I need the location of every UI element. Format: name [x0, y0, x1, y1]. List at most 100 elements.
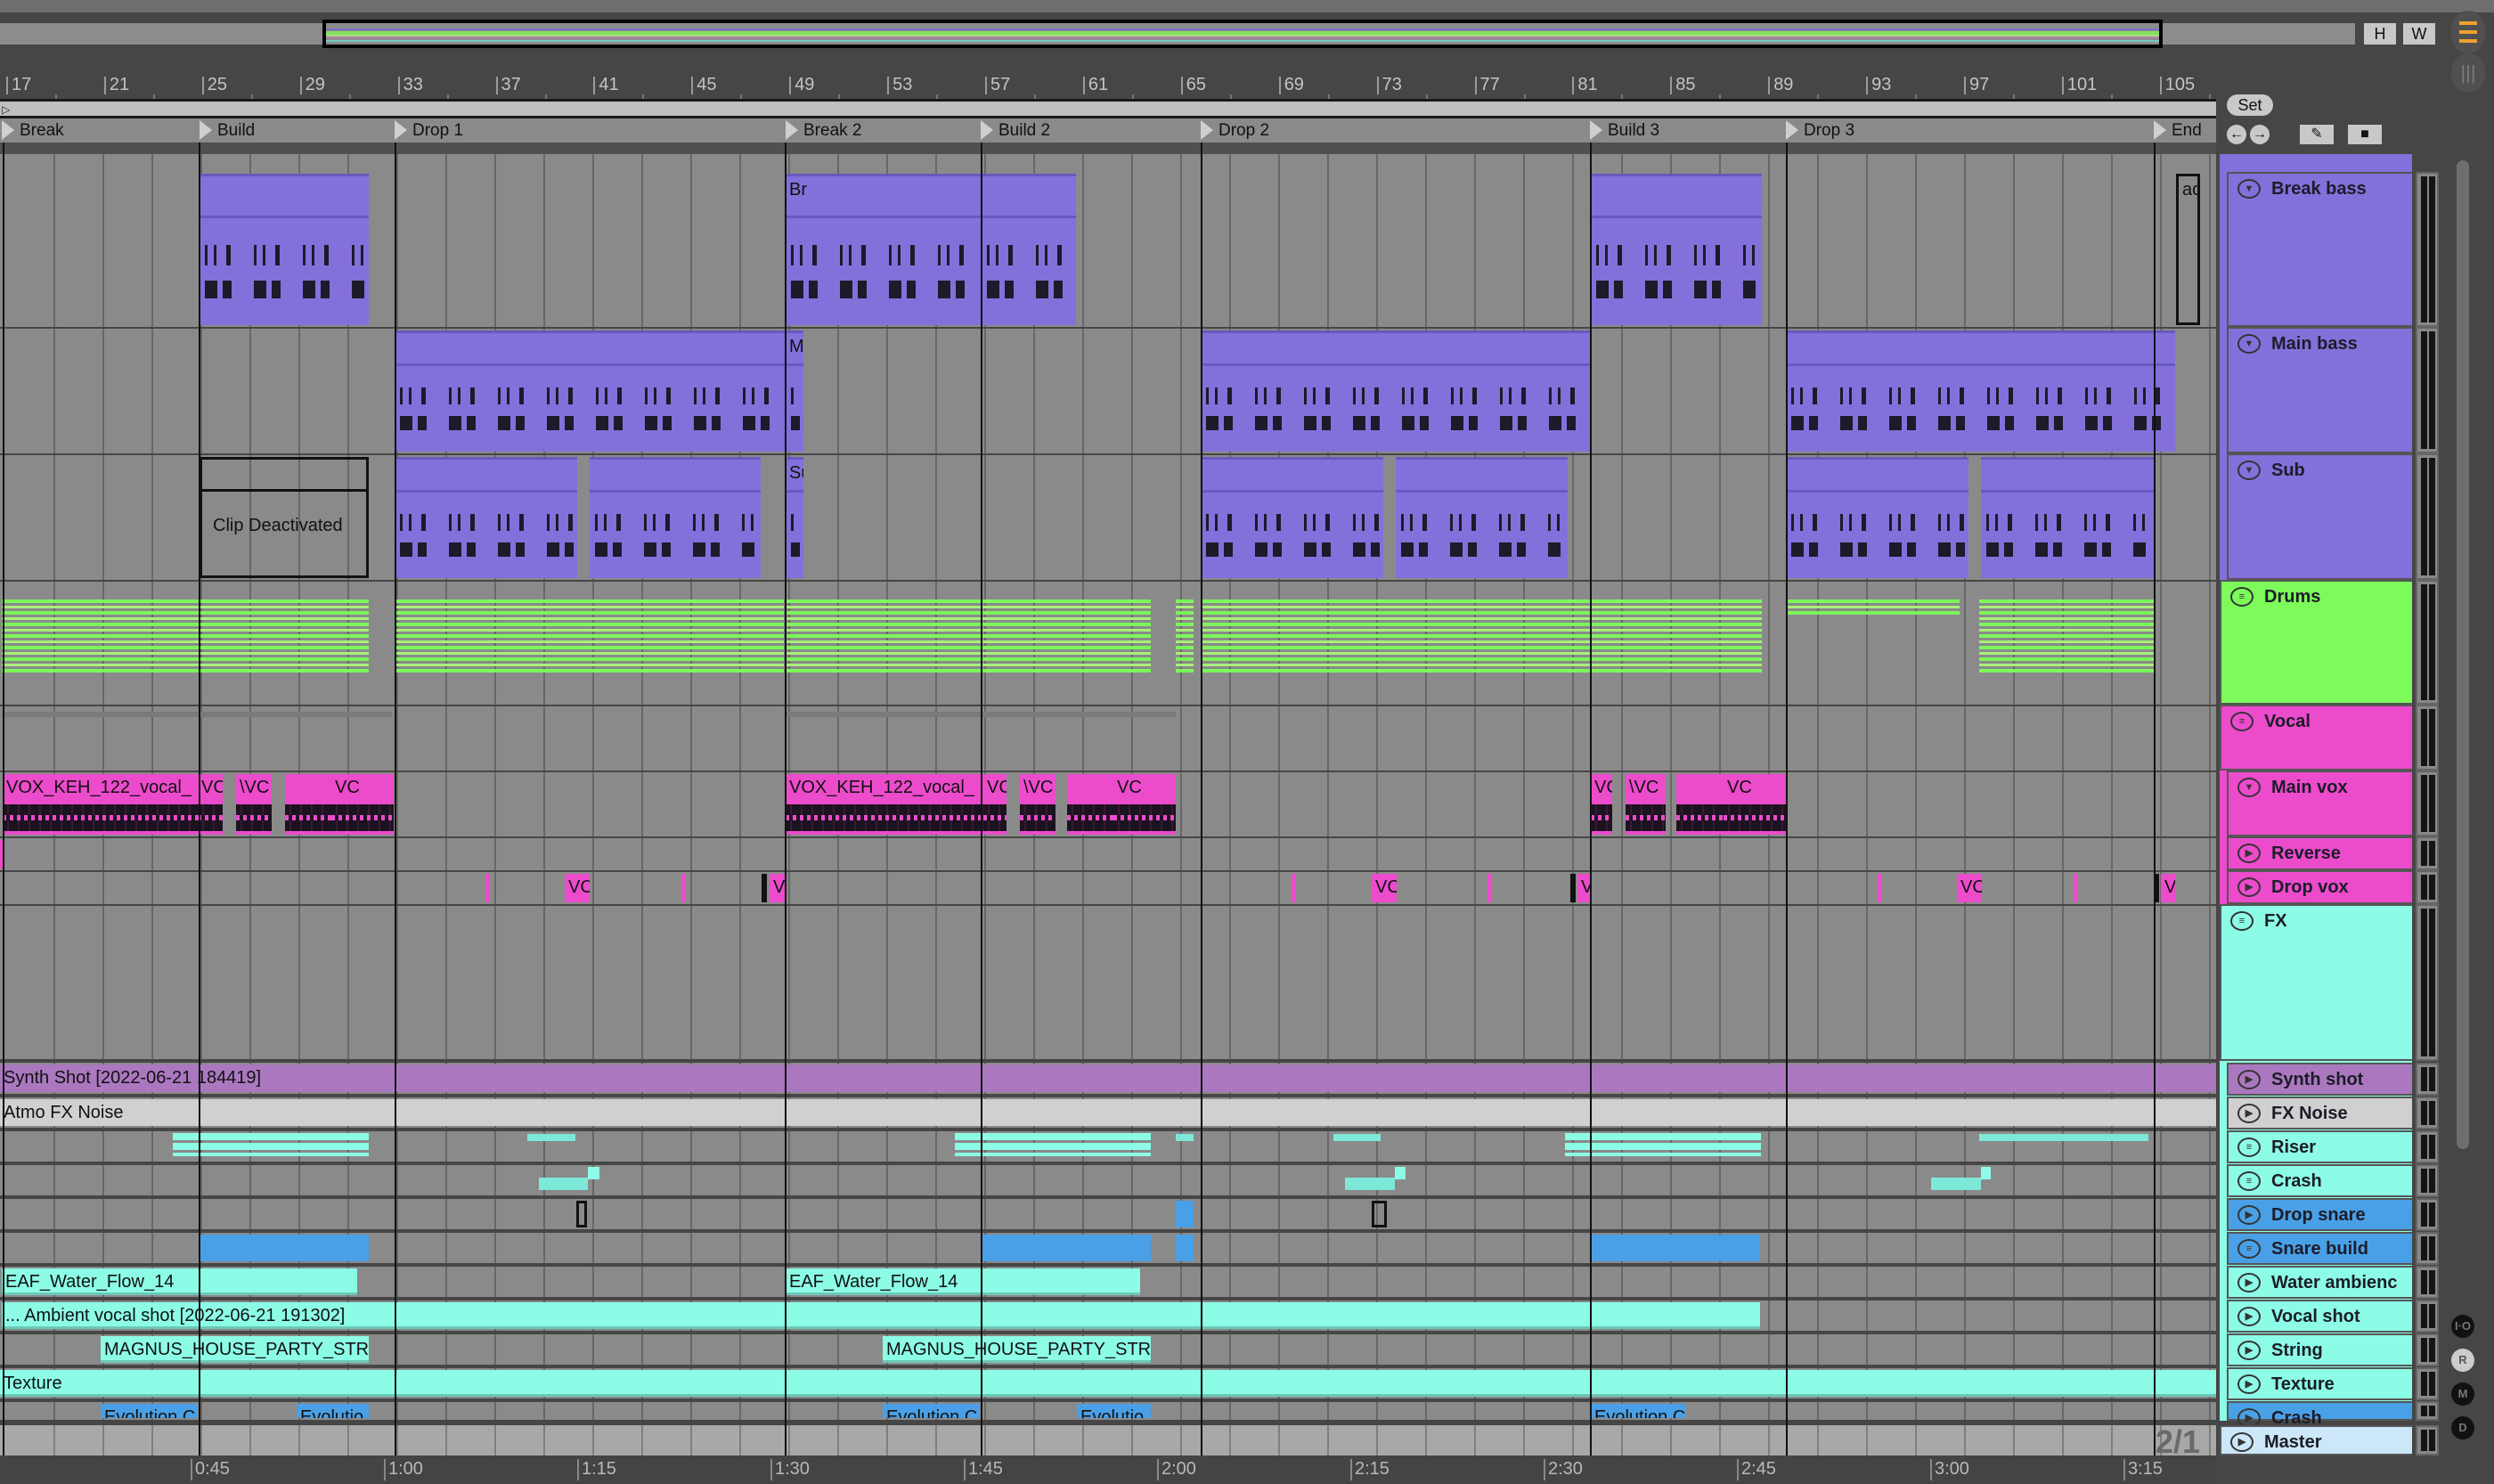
clip-cyan[interactable]: MAGNUS_HOUSE_PARTY_STRI — [101, 1336, 369, 1363]
track-header-main-bass[interactable]: ▼ Main bass — [2227, 327, 2412, 453]
clip-cyan[interactable]: EAF_Water_Flow_14 — [2, 1268, 357, 1295]
track-header-crash[interactable]: ▶ Crash — [2227, 1401, 2412, 1428]
play-icon[interactable]: ▶ — [2237, 1273, 2261, 1292]
clip-drum[interactable] — [2, 599, 369, 673]
locator-4[interactable]: Build 2 — [981, 118, 1055, 143]
play-icon[interactable]: ▶ — [2237, 1205, 2261, 1225]
clip-vox[interactable]: VC — [1724, 774, 1786, 835]
track-header-snare-build[interactable]: ≡ Snare build — [2227, 1232, 2412, 1265]
lane-ds[interactable] — [0, 1199, 2216, 1229]
lane-gb[interactable] — [0, 154, 2216, 172]
clip-pink[interactable] — [1487, 874, 1492, 902]
menu-icon[interactable] — [2451, 11, 2485, 53]
clip-faintbar[interactable] — [2, 712, 392, 717]
clip-drum[interactable] — [395, 599, 784, 673]
set-button[interactable]: Set — [2227, 94, 2273, 116]
clip-midi[interactable] — [395, 457, 577, 578]
track-header-texture[interactable]: ▶ Texture — [2227, 1367, 2412, 1400]
clip-pink[interactable] — [1878, 874, 1882, 902]
track-header-fx-noise[interactable]: ▶ FX Noise — [2227, 1097, 2412, 1129]
time-ruler[interactable]: 0:45 1:00 1:15 1:30 1:45 2:00 2:15 2:30 2:45 3:00… — [0, 1455, 2216, 1484]
clip-vox[interactable] — [285, 774, 331, 835]
clip-vox[interactable]: VC — [198, 774, 223, 835]
scrub-area[interactable] — [0, 143, 2216, 154]
clip-chigh[interactable] — [1981, 1167, 1991, 1179]
lane-fx[interactable] — [0, 906, 2216, 1059]
locator-3[interactable]: Break 2 — [786, 118, 866, 143]
clip-blue[interactable] — [200, 1235, 369, 1261]
clip-outline[interactable] — [576, 1201, 587, 1227]
clip-cyan[interactable]: MAGNUS_HOUSE_PARTY_STRI — [883, 1336, 1151, 1363]
clip-blue[interactable] — [1176, 1201, 1194, 1227]
play-icon[interactable]: ▶ — [2237, 1374, 2261, 1394]
fold-down-icon[interactable]: ▼ — [2237, 778, 2261, 797]
lock-icon[interactable]: ■ — [2348, 125, 2382, 144]
play-icon[interactable]: ▶ — [2230, 1432, 2254, 1452]
locator-2[interactable]: Drop 1 — [395, 118, 468, 143]
clip-pink[interactable]: VC — [565, 874, 590, 902]
clip-pink[interactable]: V — [770, 874, 786, 902]
clip-noise[interactable]: Atmo FX Noise — [0, 1099, 2216, 1126]
clip-riser[interactable] — [1565, 1133, 1761, 1156]
clip-rsmall[interactable] — [1333, 1134, 1381, 1141]
pencil-icon[interactable]: ✎ — [2300, 125, 2334, 144]
clip-vox[interactable]: VC — [1591, 774, 1612, 835]
clip-pink[interactable]: VC — [1372, 874, 1397, 902]
clip-drum[interactable] — [1591, 599, 1762, 673]
beat-time-ruler[interactable]: 17 21 25 29 33 37 41 45 49 53 57 61 65 69 73 77 81 85 89 93… — [0, 71, 2216, 101]
overview-viewport[interactable] — [322, 20, 2163, 48]
clip-cyan[interactable]: ... Ambient vocal shot [2022-06-21 19130… — [2, 1302, 1760, 1329]
clip-outline[interactable] — [762, 874, 767, 902]
clip-pink[interactable] — [485, 874, 490, 902]
loop-brace-bar[interactable] — [0, 99, 2216, 118]
arrow-right-icon[interactable]: → — [2250, 125, 2270, 144]
play-icon[interactable]: ▶ — [2237, 877, 2261, 897]
clip-drum[interactable] — [1176, 599, 1194, 673]
clip-chigh[interactable] — [1395, 1167, 1406, 1179]
clip-rsmall[interactable] — [1176, 1134, 1194, 1141]
optimize-height-button[interactable]: H — [2364, 23, 2396, 45]
clip-blue[interactable] — [981, 1235, 1151, 1261]
clip-midi[interactable] — [1591, 174, 1762, 325]
clip-vox[interactable]: VOX_KEH_122_vocal_ — [786, 774, 983, 835]
clip-midi[interactable] — [1201, 457, 1383, 578]
clip-midi[interactable] — [1786, 457, 1968, 578]
clip-outline[interactable]: ac — [2176, 174, 2200, 325]
lane-cr[interactable] — [0, 1165, 2216, 1195]
side-control-2[interactable]: M — [2451, 1382, 2474, 1406]
side-control-3[interactable]: D — [2451, 1416, 2474, 1439]
clip-rsmall[interactable] — [1979, 1134, 2148, 1141]
clip-clow[interactable] — [1931, 1178, 1981, 1190]
locator-6[interactable]: Build 3 — [1590, 118, 1664, 143]
clip-drum[interactable] — [1201, 599, 1590, 673]
play-icon[interactable]: ▶ — [2237, 844, 2261, 863]
track-header-sub[interactable]: ▼ Sub — [2227, 453, 2412, 580]
play-icon[interactable]: ▶ — [2237, 1070, 2261, 1089]
clip-drum[interactable] — [1979, 599, 2156, 673]
clip-vox[interactable]: VC — [983, 774, 1007, 835]
clip-pink[interactable]: VC — [1957, 874, 1982, 902]
play-icon[interactable]: ▶ — [2237, 1104, 2261, 1123]
track-header-vocal-shot[interactable]: ▶ Vocal shot — [2227, 1300, 2412, 1333]
track-header-break-bass[interactable]: ▼ Break bass — [2227, 172, 2412, 327]
clip-midi[interactable] — [590, 457, 761, 578]
clip-clow[interactable] — [539, 1178, 588, 1190]
clip-midi[interactable]: Su — [786, 457, 803, 578]
track-header-riser[interactable]: ≡ Riser — [2227, 1130, 2412, 1163]
track-header-main-vox[interactable]: ▼ Main vox — [2227, 771, 2412, 836]
clip-blue[interactable]: Evolutio — [297, 1404, 369, 1418]
group-icon[interactable]: ≡ — [2230, 911, 2254, 931]
lane-dv[interactable] — [0, 872, 2216, 904]
clip-clow[interactable] — [1345, 1178, 1395, 1190]
clip-cyan[interactable]: EAF_Water_Flow_14 — [786, 1268, 1140, 1295]
locator-1[interactable]: Build — [200, 118, 259, 143]
track-header-master[interactable]: ▶ Master — [2220, 1425, 2412, 1455]
fold-down-icon[interactable]: ▼ — [2237, 461, 2261, 480]
clip-vox[interactable] — [1676, 774, 1724, 835]
fold-down-icon[interactable]: ▼ — [2237, 179, 2261, 199]
clip-midi[interactable] — [1201, 330, 1590, 452]
arrow-left-icon[interactable]: ← — [2227, 125, 2246, 144]
track-header-fx[interactable]: ≡ FX — [2220, 904, 2412, 1061]
mixer-toggle-icon[interactable]: ||| — [2451, 53, 2485, 93]
track-header-synth-shot[interactable]: ▶ Synth shot — [2227, 1063, 2412, 1096]
